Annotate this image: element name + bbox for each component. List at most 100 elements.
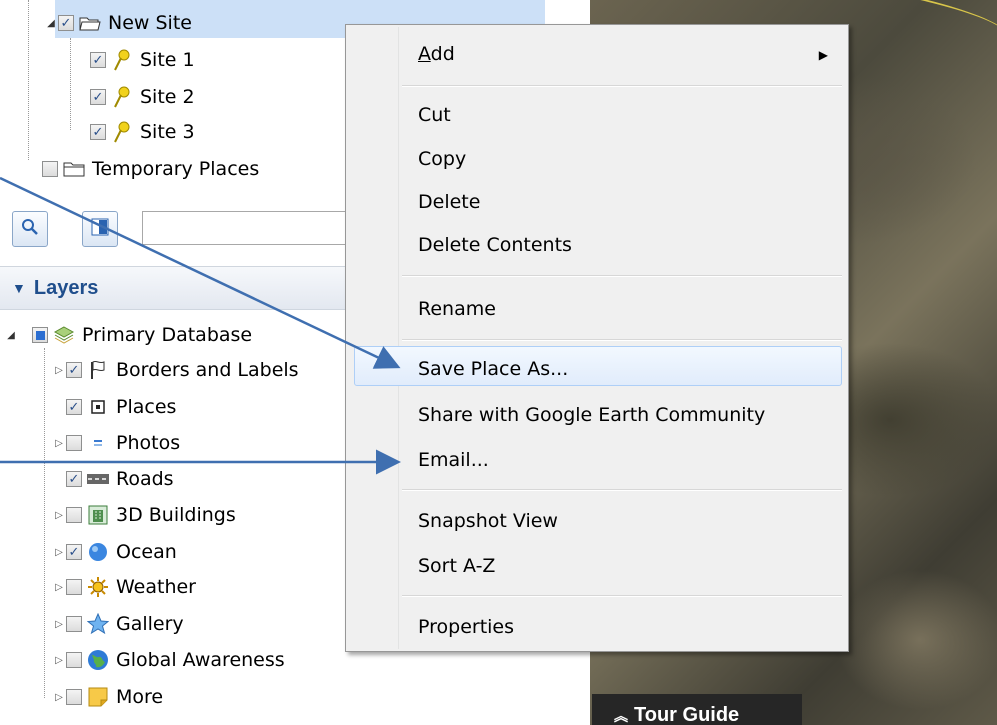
expand-arrow-icon[interactable]: ▷ <box>52 619 66 630</box>
checkbox[interactable]: ✓ <box>90 124 106 140</box>
layer-3d-buildings[interactable]: ▷ 3D Buildings <box>52 500 236 530</box>
checkbox[interactable]: ✓ <box>66 362 82 378</box>
expand-arrow-icon[interactable]: ▷ <box>52 438 66 449</box>
panel-icon <box>90 217 110 242</box>
pushpin-icon <box>111 86 133 108</box>
tree-guide <box>70 38 71 130</box>
tree-item-site-1[interactable]: ✓ Site 1 <box>90 45 195 75</box>
menu-item-delete-contents[interactable]: Delete Contents <box>418 228 572 262</box>
layers-title: Layers <box>33 276 99 299</box>
menu-gutter <box>398 27 399 649</box>
tree-item-label: Site 1 <box>140 49 195 71</box>
tree-guide <box>44 348 45 698</box>
menu-item-cut[interactable]: Cut <box>418 98 451 132</box>
folder-icon <box>63 159 85 179</box>
menu-separator <box>402 339 842 341</box>
layer-label: Photos <box>116 432 181 454</box>
checkbox[interactable] <box>42 161 58 177</box>
tree-item-label: Site 2 <box>140 86 195 108</box>
tour-guide-button[interactable]: ︽ Tour Guide <box>592 694 802 725</box>
expand-arrow-icon[interactable]: ▷ <box>52 692 66 703</box>
tree-guide <box>28 0 29 160</box>
layer-primary-database[interactable]: ◢ Primary Database <box>4 320 252 350</box>
menu-item-rename[interactable]: Rename <box>418 292 496 326</box>
layer-roads[interactable]: ✓ Roads <box>52 464 174 494</box>
checkbox[interactable]: ✓ <box>66 399 82 415</box>
layer-global-awareness[interactable]: ▷ Global Awareness <box>52 645 285 675</box>
checkbox[interactable]: ✓ <box>58 15 74 31</box>
layer-weather[interactable]: ▷ Weather <box>52 572 196 602</box>
tree-item-site-2[interactable]: ✓ Site 2 <box>90 82 195 112</box>
collapse-triangle-icon: ▼ <box>12 280 26 296</box>
menu-separator <box>402 275 842 277</box>
search-button[interactable] <box>12 211 48 247</box>
expand-arrow-icon[interactable]: ◢ <box>4 330 18 341</box>
menu-item-snapshot-view[interactable]: Snapshot View <box>418 504 558 538</box>
checkbox[interactable] <box>66 616 82 632</box>
sticky-note-icon <box>87 687 109 707</box>
menu-item-sort[interactable]: Sort A-Z <box>418 549 495 583</box>
tour-guide-label: Tour Guide <box>634 704 740 725</box>
chevron-up-icon: ︽ <box>614 708 628 724</box>
layer-label: Global Awareness <box>116 649 285 671</box>
layer-label: Weather <box>116 576 196 598</box>
tree-item-label: Temporary Places <box>92 158 260 180</box>
layer-photos[interactable]: ▷ Photos <box>52 428 180 458</box>
checkbox[interactable]: ✓ <box>66 544 82 560</box>
menu-separator <box>402 85 842 87</box>
place-marker-icon <box>87 397 109 417</box>
layer-label: Gallery <box>116 613 184 635</box>
layer-borders-and-labels[interactable]: ▷ ✓ Borders and Labels <box>52 355 299 385</box>
submenu-arrow-icon: ▶ <box>818 48 828 62</box>
checkbox[interactable]: ✓ <box>66 471 82 487</box>
checkbox[interactable]: ✓ <box>90 52 106 68</box>
expand-arrow-icon[interactable]: ▷ <box>52 655 66 666</box>
sun-icon <box>87 577 109 597</box>
expand-arrow-icon[interactable]: ◢ <box>44 18 58 29</box>
expand-arrow-icon[interactable]: ▷ <box>52 510 66 521</box>
context-menu: Add ▶ Cut Copy Delete Delete Contents Re… <box>345 24 849 652</box>
expand-arrow-icon[interactable]: ▷ <box>52 582 66 593</box>
layer-label: Borders and Labels <box>116 359 299 381</box>
checkbox[interactable] <box>66 689 82 705</box>
menu-item-add[interactable]: Add ▶ <box>418 37 828 71</box>
layer-more[interactable]: ▷ More <box>52 682 163 712</box>
checkbox-partial[interactable] <box>32 327 48 343</box>
tree-item-temporary-places[interactable]: Temporary Places <box>42 154 259 184</box>
menu-item-label: Add <box>418 43 455 65</box>
layer-label: Primary Database <box>82 324 253 346</box>
checkbox[interactable] <box>66 652 82 668</box>
layer-places[interactable]: ✓ Places <box>52 392 176 422</box>
checkbox[interactable]: ✓ <box>90 89 106 105</box>
database-layers-icon <box>53 325 75 345</box>
tree-item-label: Site 3 <box>140 121 195 143</box>
layer-label: Roads <box>116 468 174 490</box>
layer-gallery[interactable]: ▷ Gallery <box>52 609 184 639</box>
layer-label: 3D Buildings <box>116 504 236 526</box>
ocean-globe-icon <box>87 542 109 562</box>
checkbox[interactable] <box>66 435 82 451</box>
menu-item-share[interactable]: Share with Google Earth Community <box>418 398 765 432</box>
layer-ocean[interactable]: ▷ ✓ Ocean <box>52 537 177 567</box>
menu-item-save-place-as[interactable]: Save Place As... <box>418 352 568 386</box>
photo-icon <box>87 433 109 453</box>
checkbox[interactable] <box>66 579 82 595</box>
menu-item-properties[interactable]: Properties <box>418 610 514 644</box>
tree-item-site-3[interactable]: ✓ Site 3 <box>90 117 195 147</box>
menu-item-delete[interactable]: Delete <box>418 185 480 219</box>
tree-item-new-site[interactable]: ◢ ✓ New Site <box>44 8 192 38</box>
expand-arrow-icon[interactable]: ▷ <box>52 547 66 558</box>
sidebar-toggle-button[interactable] <box>82 211 118 247</box>
menu-item-copy[interactable]: Copy <box>418 142 466 176</box>
checkbox[interactable] <box>66 507 82 523</box>
layer-label: Ocean <box>116 541 177 563</box>
road-icon <box>87 469 109 489</box>
layer-label: Places <box>116 396 177 418</box>
expand-arrow-icon[interactable]: ▷ <box>52 365 66 376</box>
folder-open-icon <box>79 13 101 33</box>
tree-item-label: New Site <box>108 12 192 34</box>
star-icon <box>87 613 109 635</box>
pushpin-icon <box>111 49 133 71</box>
menu-item-email[interactable]: Email... <box>418 443 489 477</box>
pushpin-icon <box>111 121 133 143</box>
